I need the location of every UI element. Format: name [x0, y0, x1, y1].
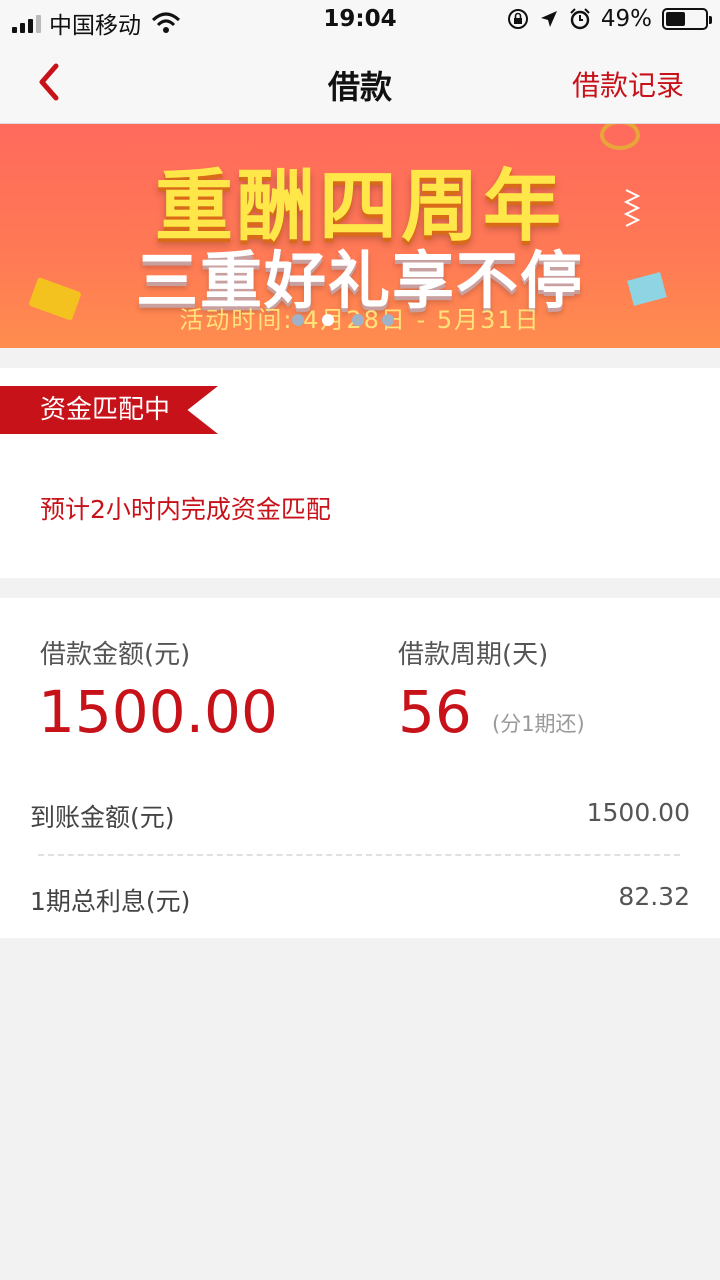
period-label: 借款周期(天)	[398, 640, 549, 670]
alarm-icon	[570, 8, 590, 30]
loan-detail-card: 借款金额(元) 1500.00 借款周期(天) 56 (分1期还) 到账金额(元…	[0, 598, 720, 938]
status-card: 资金匹配中 预计2小时内完成资金匹配	[0, 368, 720, 578]
status-note: 预计2小时内完成资金匹配	[40, 495, 331, 524]
banner-dot[interactable]	[322, 314, 334, 326]
location-icon	[540, 11, 557, 27]
interest-label: 1期总利息(元)	[30, 887, 191, 916]
amount-value: 1500.00	[38, 678, 278, 746]
banner-dot[interactable]	[352, 314, 364, 326]
received-row: 到账金额(元) 1500.00	[30, 798, 690, 858]
promo-banner[interactable]: 重酬四周年 三重好礼享不停 活动时间: 4月28日 - 5月31日	[0, 124, 720, 348]
battery-percent: 49%	[600, 6, 652, 32]
nav-bar: 借款 借款记录	[0, 40, 720, 124]
battery-fill	[666, 12, 685, 26]
interest-row: 1期总利息(元) 82.32	[30, 882, 690, 942]
status-bar: 中国移动 19:04 49%	[0, 0, 720, 40]
battery-icon	[662, 8, 712, 30]
banner-page-indicator	[292, 314, 394, 326]
period-note: (分1期还)	[492, 712, 585, 736]
loan-records-link[interactable]: 借款记录	[572, 64, 684, 104]
received-label: 到账金额(元)	[30, 803, 175, 832]
interest-value: 82.32	[618, 882, 690, 911]
rotation-lock-icon	[507, 9, 528, 29]
amount-label: 借款金额(元)	[40, 640, 191, 670]
received-value: 1500.00	[586, 798, 690, 827]
status-badge: 资金匹配中	[0, 386, 218, 434]
period-value: 56	[398, 678, 472, 746]
status-right: 49%	[507, 6, 712, 32]
banner-dot[interactable]	[292, 314, 304, 326]
row-divider	[38, 854, 680, 856]
banner-dot[interactable]	[382, 314, 394, 326]
